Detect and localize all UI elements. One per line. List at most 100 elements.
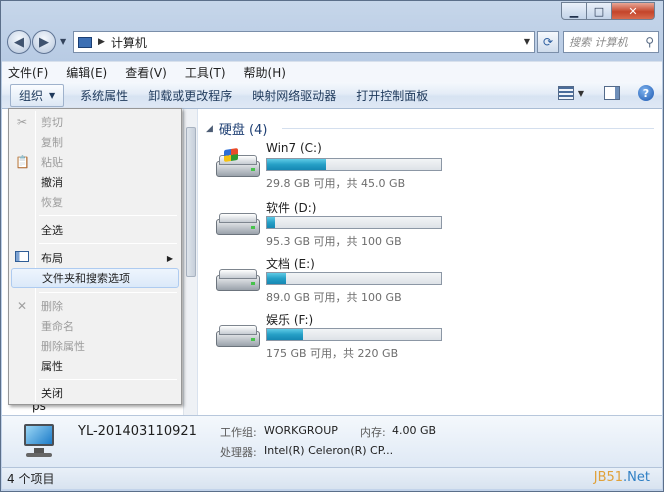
hard-drive-icon	[216, 325, 260, 347]
drive-d[interactable]: 软件 (D:) 95.3 GB 可用，共 100 GB	[212, 199, 452, 249]
menu-separator	[39, 215, 177, 216]
maximize-button[interactable]: □	[587, 2, 612, 20]
clipboard-icon: 📋	[15, 155, 30, 169]
back-button[interactable]: ◀	[7, 30, 31, 54]
organize-dropdown-menu: ✂ 剪切 复制 📋 粘贴 撤消 恢复 全选 布局 ▶ 文件夹和搜索选项 ✕ 删除…	[8, 108, 182, 405]
menu-item-folder-options[interactable]: 文件夹和搜索选项	[11, 268, 179, 288]
forward-button[interactable]: ▶	[32, 30, 56, 54]
drive-free-space: 89.0 GB 可用，共 100 GB	[266, 291, 402, 304]
status-bar: 4 个项目 JB51.Net	[2, 467, 662, 489]
scissors-icon: ✂	[16, 115, 28, 129]
menu-item-redo[interactable]: 恢复	[11, 192, 179, 212]
menu-item-delete[interactable]: ✕ 删除	[11, 296, 179, 316]
menu-item-layout[interactable]: 布局 ▶	[11, 248, 179, 268]
help-icon[interactable]: ?	[638, 85, 654, 101]
drive-free-space: 95.3 GB 可用，共 100 GB	[266, 235, 402, 248]
menu-item-remove-properties[interactable]: 删除属性	[11, 336, 179, 356]
drive-usage-fill	[267, 329, 303, 340]
menu-item-properties[interactable]: 属性	[11, 356, 179, 376]
arrow-right-icon: ▶	[39, 34, 49, 50]
drive-usage-fill	[267, 217, 276, 228]
menu-view[interactable]: 查看(V)	[125, 64, 167, 81]
window-controls: ▁ □ ✕	[561, 2, 655, 20]
processor-label: 处理器:	[220, 446, 257, 459]
organize-label: 组织	[19, 88, 44, 103]
breadcrumb-computer[interactable]: 计算机	[111, 34, 147, 51]
drive-e[interactable]: 文档 (E:) 89.0 GB 可用，共 100 GB	[212, 255, 452, 305]
menu-tools[interactable]: 工具(T)	[185, 64, 226, 81]
computer-icon	[20, 422, 60, 462]
layout-icon	[15, 251, 29, 262]
menu-item-cut[interactable]: ✂ 剪切	[11, 112, 179, 132]
menu-separator	[39, 292, 177, 293]
drive-name: 娱乐 (F:)	[266, 313, 314, 327]
nav-scrollbar-thumb[interactable]	[186, 127, 196, 277]
chevron-down-icon: ▼	[49, 90, 56, 100]
drive-free-space: 29.8 GB 可用，共 45.0 GB	[266, 177, 406, 190]
menu-separator	[39, 379, 177, 380]
search-icon[interactable]: ⚲	[645, 35, 654, 49]
menu-file[interactable]: 文件(F)	[8, 64, 48, 81]
details-pane: YL-201403110921 工作组: WORKGROUP 内存: 4.00 …	[2, 415, 662, 467]
drive-usage-bar	[266, 272, 442, 285]
arrow-left-icon: ◀	[14, 34, 24, 50]
uninstall-program-button[interactable]: 卸载或更改程序	[138, 84, 242, 107]
menu-help[interactable]: 帮助(H)	[244, 64, 286, 81]
hard-drive-icon	[216, 213, 260, 235]
drive-usage-bar	[266, 158, 442, 171]
windows-logo-icon	[224, 148, 238, 162]
collapse-triangle-icon[interactable]: ◢	[206, 124, 213, 134]
system-drive-icon	[216, 148, 260, 177]
preview-pane-icon[interactable]	[604, 86, 620, 100]
menu-item-undo[interactable]: 撤消	[11, 172, 179, 192]
drive-usage-bar	[266, 328, 442, 341]
watermark: JB51.Net	[593, 470, 650, 485]
item-count: 4 个项目	[7, 472, 55, 486]
map-network-drive-button[interactable]: 映射网络驱动器	[242, 84, 346, 107]
drive-free-space: 175 GB 可用，共 220 GB	[266, 347, 399, 360]
delete-x-icon: ✕	[16, 299, 28, 313]
menu-edit[interactable]: 编辑(E)	[66, 64, 107, 81]
workgroup-value: WORKGROUP	[264, 424, 338, 437]
search-input[interactable]: 搜索 计算机 ⚲	[563, 31, 659, 53]
group-title: 硬盘 (4)	[218, 123, 268, 138]
menu-item-rename[interactable]: 重命名	[11, 316, 179, 336]
drive-name: Win7 (C:)	[266, 141, 322, 155]
refresh-icon: ⟳	[542, 35, 554, 49]
drive-c[interactable]: Win7 (C:) 29.8 GB 可用，共 45.0 GB	[212, 141, 452, 191]
menu-item-copy[interactable]: 复制	[11, 132, 179, 152]
hard-disks-group-header[interactable]: ◢ 硬盘 (4)	[206, 119, 654, 138]
explorer-window: ▁ □ ✕ ◀ ▶ ▼ ▶ 计算机 ▼ ⟳ 搜索 计算机 ⚲ 文件(F) 编辑(…	[0, 0, 664, 492]
system-properties-button[interactable]: 系统属性	[70, 84, 138, 107]
chevron-down-icon[interactable]: ▼	[578, 89, 584, 98]
breadcrumb-separator-icon[interactable]: ▶	[98, 37, 105, 47]
menu-item-select-all[interactable]: 全选	[11, 220, 179, 240]
organize-button[interactable]: 组织 ▼	[10, 83, 65, 107]
address-bar[interactable]: ▶ 计算机 ▼	[73, 31, 535, 53]
computer-icon	[78, 36, 92, 48]
menu-bar: 文件(F) 编辑(E) 查看(V) 工具(T) 帮助(H)	[2, 61, 662, 82]
menu-item-close[interactable]: 关闭	[11, 383, 179, 403]
hard-drive-icon	[216, 269, 260, 291]
memory-label: 内存:	[360, 426, 386, 439]
drive-usage-bar	[266, 216, 442, 229]
command-bar: 组织 ▼ 系统属性 卸载或更改程序 映射网络驱动器 打开控制面板 ▼ ?	[2, 82, 662, 109]
group-divider	[282, 128, 654, 129]
minimize-button[interactable]: ▁	[561, 2, 587, 20]
nav-scrollbar[interactable]	[183, 109, 197, 415]
drive-name: 文档 (E:)	[266, 257, 315, 271]
recent-pages-dropdown[interactable]: ▼	[60, 37, 66, 46]
refresh-button[interactable]: ⟳	[537, 31, 559, 53]
address-row: ◀ ▶ ▼ ▶ 计算机 ▼ ⟳ 搜索 计算机 ⚲	[7, 29, 659, 55]
open-control-panel-button[interactable]: 打开控制面板	[346, 84, 438, 107]
processor-value: Intel(R) Celeron(R) CP...	[264, 444, 394, 457]
memory-value: 4.00 GB	[392, 424, 437, 437]
drive-f[interactable]: 娱乐 (F:) 175 GB 可用，共 220 GB	[212, 311, 452, 361]
menu-item-paste[interactable]: 📋 粘贴	[11, 152, 179, 172]
close-button[interactable]: ✕	[612, 2, 655, 20]
command-bar-right: ▼ ?	[557, 85, 654, 101]
chevron-down-icon[interactable]: ▼	[524, 37, 530, 46]
search-placeholder: 搜索 计算机	[569, 36, 628, 49]
view-options-icon[interactable]	[557, 86, 574, 100]
submenu-arrow-icon: ▶	[166, 253, 173, 263]
